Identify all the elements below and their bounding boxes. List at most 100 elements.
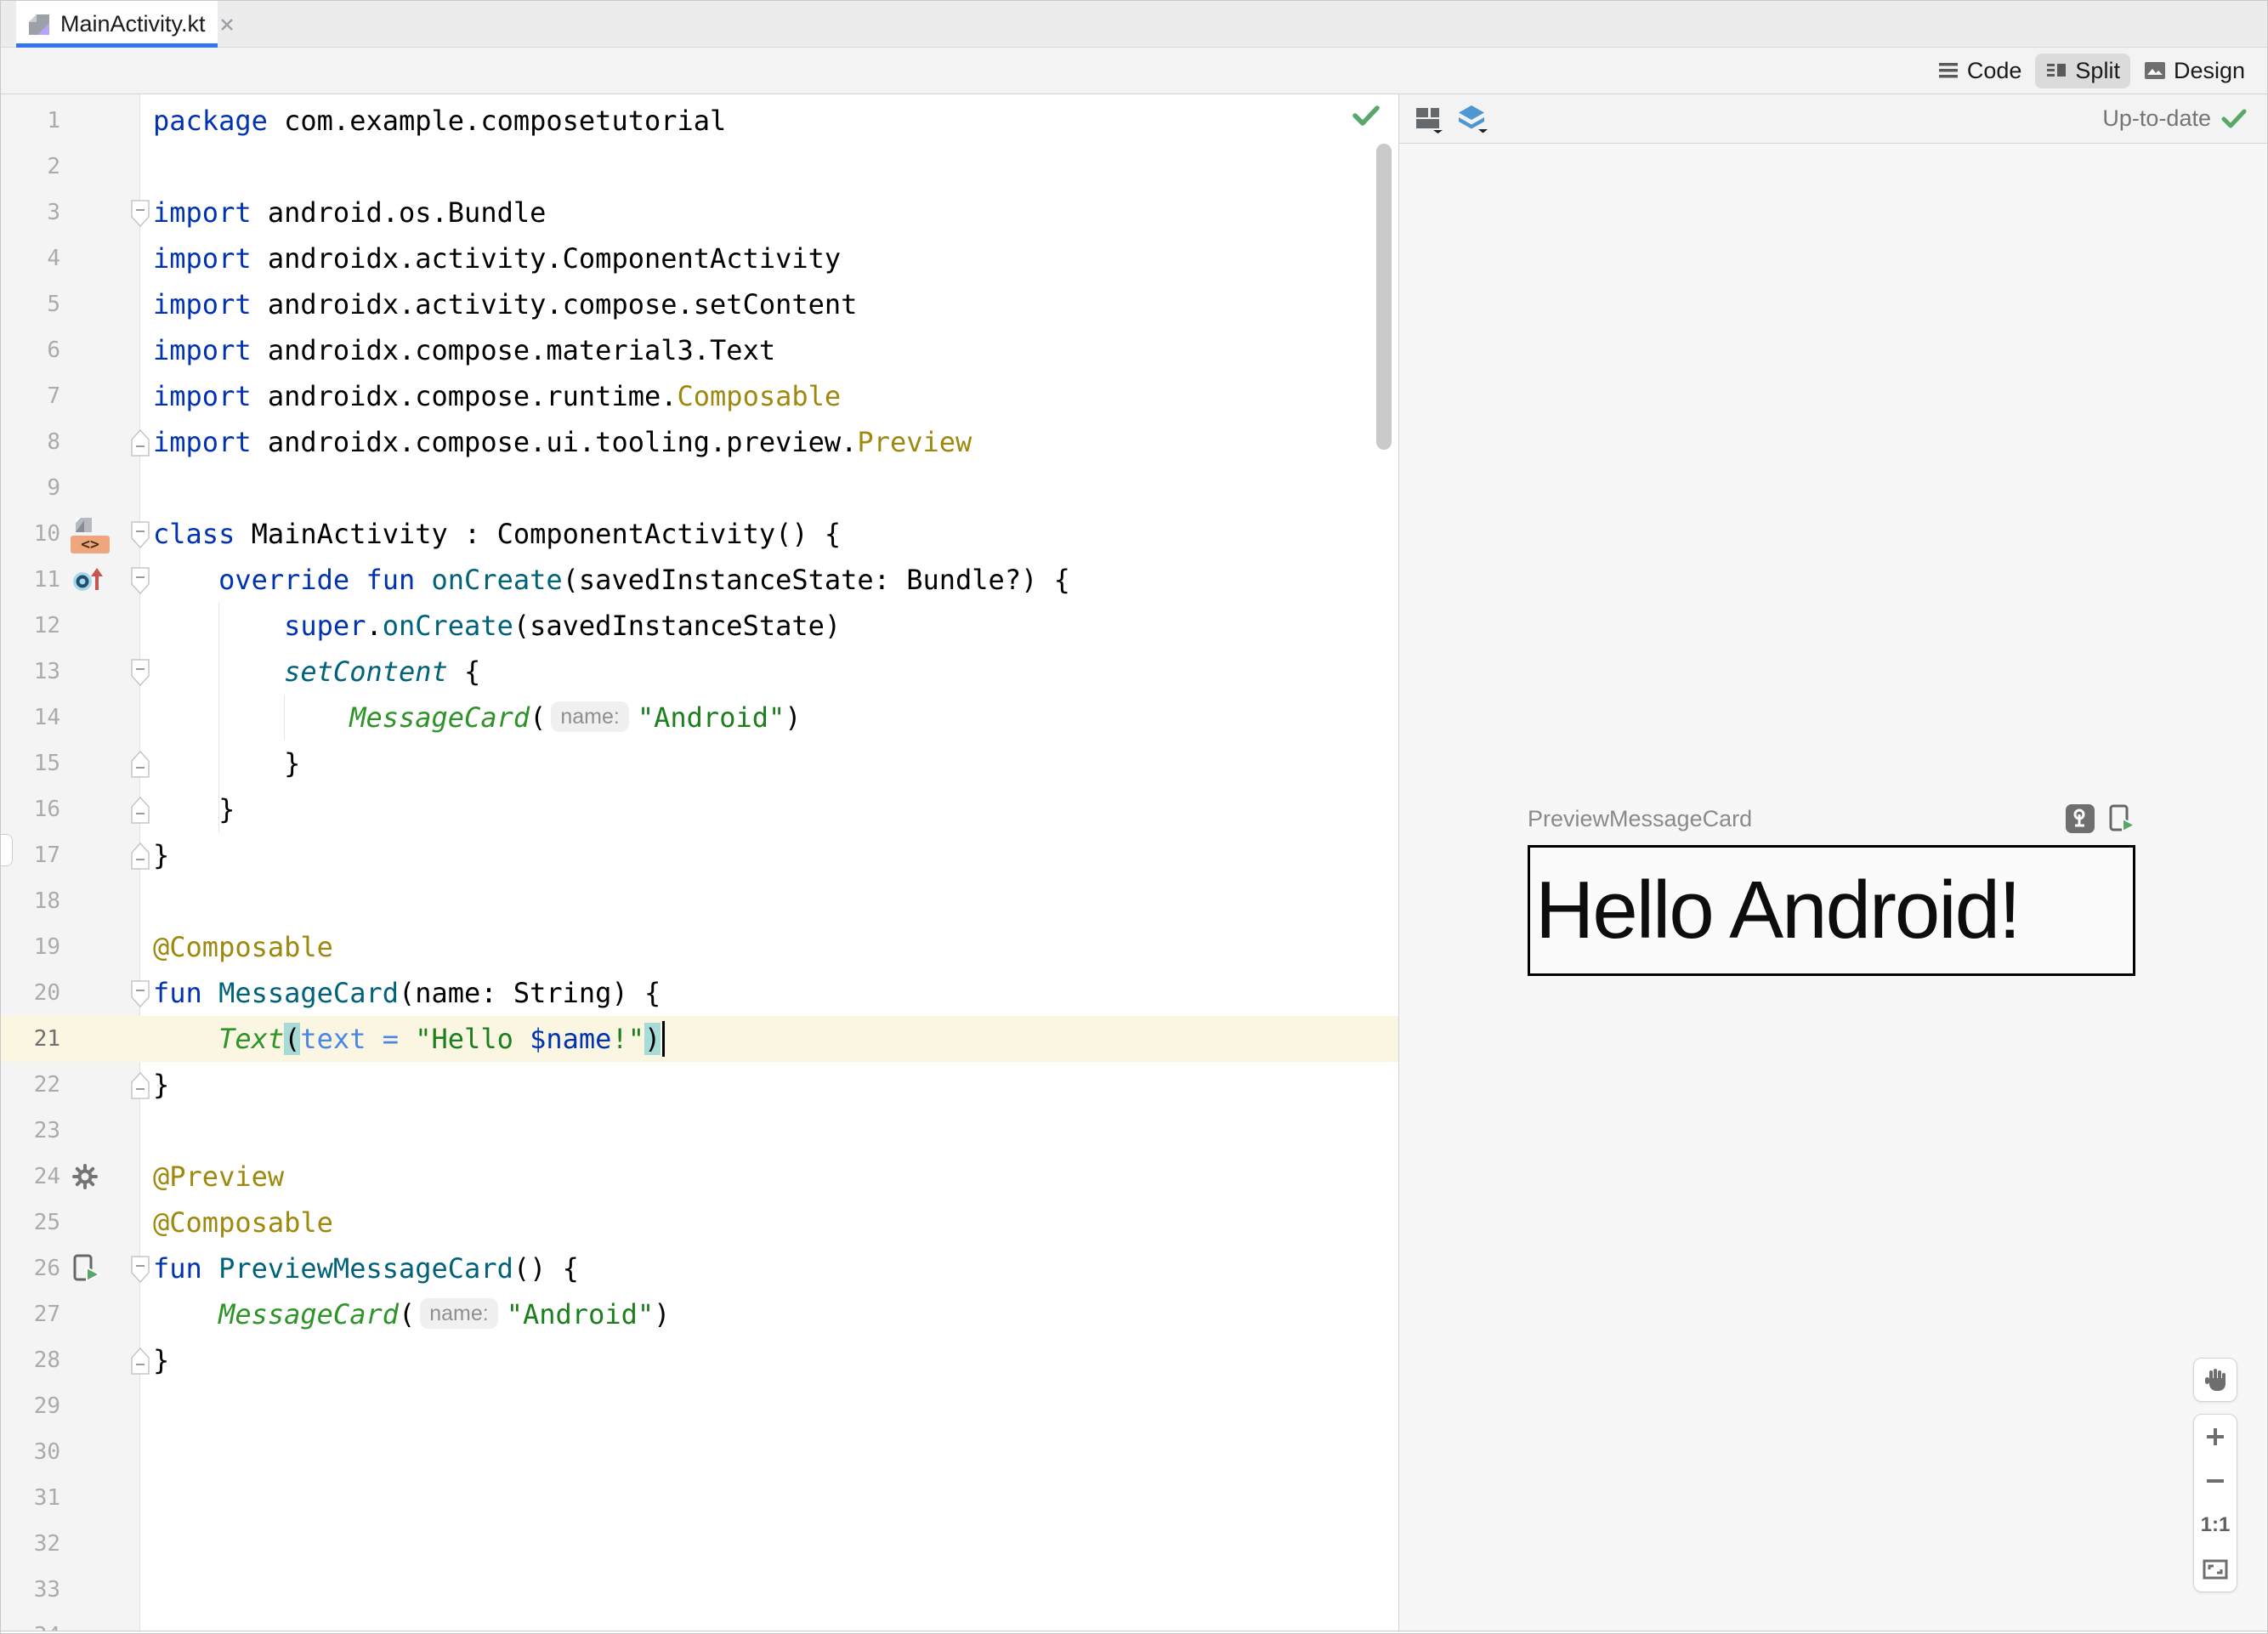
editor-line-26[interactable]: 26 fun PreviewMessageCard() { bbox=[1, 1245, 1398, 1291]
editor-line-6[interactable]: 6 import androidx.compose.material3.Text bbox=[1, 327, 1398, 373]
line-number[interactable]: 11 bbox=[1, 557, 60, 603]
line-number[interactable]: 8 bbox=[1, 419, 60, 465]
line-number[interactable]: 2 bbox=[1, 144, 60, 190]
editor-line-13[interactable]: 13 setContent { bbox=[1, 649, 1398, 695]
editor-line-3[interactable]: 3 import android.os.Bundle bbox=[1, 190, 1398, 235]
zoom-in-button[interactable] bbox=[2194, 1415, 2237, 1459]
preview-name[interactable]: PreviewMessageCard bbox=[1528, 806, 1752, 832]
editor-line-25[interactable]: 25 @Composable bbox=[1, 1200, 1398, 1245]
editor-line-1[interactable]: 1 package com.example.composetutorial bbox=[1, 98, 1398, 144]
zoom-out-icon bbox=[2207, 1479, 2224, 1483]
line-number[interactable]: 10 bbox=[1, 511, 60, 557]
line-number[interactable]: 22 bbox=[1, 1062, 60, 1108]
editor-line-20[interactable]: 20 fun MessageCard(name: String) { bbox=[1, 970, 1398, 1016]
editor-line-17[interactable]: 17} bbox=[1, 832, 1398, 878]
editor-line-4[interactable]: 4 import androidx.activity.ComponentActiv… bbox=[1, 235, 1398, 281]
preview-render-box[interactable]: Hello Android! bbox=[1528, 845, 2135, 976]
preview-canvas[interactable]: PreviewMessageCard Hello Android! 1:1 bbox=[1399, 144, 2267, 1631]
line-number[interactable]: 13 bbox=[1, 649, 60, 695]
zoom-out-button[interactable] bbox=[2194, 1459, 2237, 1503]
editor-line-15[interactable]: 15 } bbox=[1, 740, 1398, 786]
design-view-button[interactable]: Design bbox=[2134, 54, 2255, 88]
code-editor[interactable]: 1 package com.example.composetutorial 2 3 im… bbox=[1, 94, 1398, 1631]
editor-line-22[interactable]: 22} bbox=[1, 1062, 1398, 1108]
line-number[interactable]: 28 bbox=[1, 1337, 60, 1383]
editor-line-29[interactable]: 29 bbox=[1, 1383, 1398, 1429]
line-number[interactable]: 9 bbox=[1, 465, 60, 511]
line-number[interactable]: 30 bbox=[1, 1429, 60, 1475]
code-token: androidx.activity.compose.setContent bbox=[251, 288, 858, 321]
zoom-fit-icon bbox=[2203, 1559, 2228, 1580]
editor-line-2[interactable]: 2 bbox=[1, 144, 1398, 190]
line-number[interactable]: 29 bbox=[1, 1383, 60, 1429]
line-number[interactable]: 1 bbox=[1, 98, 60, 144]
editor-line-9[interactable]: 9 bbox=[1, 465, 1398, 511]
line-number[interactable]: 6 bbox=[1, 327, 60, 373]
split-view-button[interactable]: Split bbox=[2035, 53, 2130, 88]
line-number[interactable]: 12 bbox=[1, 603, 60, 649]
editor-line-14[interactable]: 14 MessageCard(name: "Android") bbox=[1, 695, 1398, 740]
line-number[interactable]: 19 bbox=[1, 924, 60, 970]
line-number[interactable]: 15 bbox=[1, 740, 60, 786]
editor-line-24[interactable]: 24 @Preview bbox=[1, 1154, 1398, 1200]
zoom-fit-button[interactable] bbox=[2194, 1547, 2237, 1591]
editor-line-21[interactable]: 21 Text(text = "Hello $name!") bbox=[1, 1016, 1398, 1062]
line-number[interactable]: 25 bbox=[1, 1200, 60, 1245]
run-preview-icon[interactable] bbox=[71, 1254, 103, 1283]
line-number[interactable]: 24 bbox=[1, 1154, 60, 1200]
code-line-text: import androidx.compose.runtime.Composab… bbox=[140, 373, 841, 419]
line-number[interactable]: 31 bbox=[1, 1475, 60, 1521]
editor-line-34[interactable]: 34 bbox=[1, 1613, 1398, 1631]
editor-line-27[interactable]: 27 MessageCard(name: "Android") bbox=[1, 1291, 1398, 1337]
editor-line-32[interactable]: 32 bbox=[1, 1521, 1398, 1567]
inspection-ok-icon[interactable] bbox=[1352, 105, 1380, 131]
code-token: import bbox=[153, 380, 252, 412]
line-number[interactable]: 18 bbox=[1, 878, 60, 924]
line-number[interactable]: 3 bbox=[1, 190, 60, 235]
editor-line-18[interactable]: 18 bbox=[1, 878, 1398, 924]
close-icon[interactable] bbox=[218, 15, 236, 34]
line-number[interactable]: 4 bbox=[1, 235, 60, 281]
editor-line-31[interactable]: 31 bbox=[1, 1475, 1398, 1521]
zoom-actual-button[interactable]: 1:1 bbox=[2194, 1503, 2237, 1547]
editor-line-19[interactable]: 19 @Composable bbox=[1, 924, 1398, 970]
line-number[interactable]: 23 bbox=[1, 1108, 60, 1154]
line-number[interactable]: 7 bbox=[1, 373, 60, 419]
editor-line-28[interactable]: 28} bbox=[1, 1337, 1398, 1383]
line-number[interactable]: 34 bbox=[1, 1613, 60, 1631]
line-number[interactable]: 32 bbox=[1, 1521, 60, 1567]
grid-mode-icon[interactable] bbox=[1413, 105, 1443, 133]
line-number[interactable]: 5 bbox=[1, 281, 60, 327]
run-on-device-icon[interactable] bbox=[2106, 804, 2135, 833]
line-number[interactable]: 33 bbox=[1, 1567, 60, 1613]
editor-line-23[interactable]: 23 bbox=[1, 1108, 1398, 1154]
layout-icon[interactable] bbox=[71, 515, 96, 535]
tab-mainactivity[interactable]: MainActivity.kt bbox=[16, 1, 233, 48]
line-number[interactable]: 27 bbox=[1, 1291, 60, 1337]
line-number[interactable]: 20 bbox=[1, 970, 60, 1016]
line-number[interactable]: 16 bbox=[1, 786, 60, 832]
layers-icon[interactable] bbox=[1455, 103, 1489, 135]
editor-line-33[interactable]: 33 bbox=[1, 1567, 1398, 1613]
pan-button[interactable] bbox=[2193, 1358, 2237, 1402]
editor-line-16[interactable]: 16 } bbox=[1, 786, 1398, 832]
gear-icon[interactable] bbox=[71, 1162, 99, 1191]
editor-line-10[interactable]: 10 <> class MainActivity : ComponentActivi… bbox=[1, 511, 1398, 557]
override-icon[interactable] bbox=[71, 566, 108, 593]
interactive-mode-icon[interactable] bbox=[2066, 804, 2095, 833]
line-number[interactable]: 14 bbox=[1, 695, 60, 740]
editor-line-7[interactable]: 7 import androidx.compose.runtime.Composa… bbox=[1, 373, 1398, 419]
code-view-button[interactable]: Code bbox=[1927, 54, 2033, 88]
preview-rendered-text: Hello Android! bbox=[1535, 865, 2021, 956]
editor-scrollbar[interactable] bbox=[1376, 144, 1392, 450]
line-number[interactable]: 21 bbox=[1, 1016, 60, 1062]
editor-line-30[interactable]: 30 bbox=[1, 1429, 1398, 1475]
line-number[interactable]: 26 bbox=[1, 1245, 60, 1291]
editor-line-12[interactable]: 12 super.onCreate(savedInstanceState) bbox=[1, 603, 1398, 649]
code-tag-icon[interactable]: <> bbox=[71, 535, 110, 553]
code-token: Text bbox=[218, 1023, 285, 1055]
tool-window-handle[interactable] bbox=[1, 834, 13, 866]
editor-line-8[interactable]: 8 import androidx.compose.ui.tooling.prev… bbox=[1, 419, 1398, 465]
editor-line-5[interactable]: 5 import androidx.activity.compose.setCon… bbox=[1, 281, 1398, 327]
editor-line-11[interactable]: 11 override fun onCreate(savedInstanceSt… bbox=[1, 557, 1398, 603]
